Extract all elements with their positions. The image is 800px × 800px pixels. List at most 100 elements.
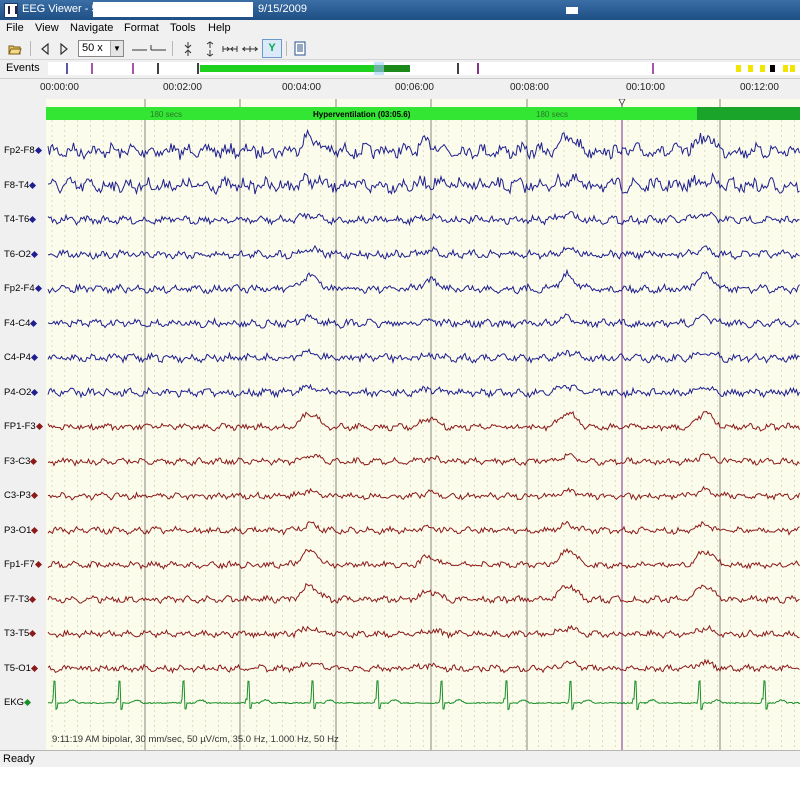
- amplitude-decrease-icon[interactable]: [180, 40, 196, 57]
- open-folder-icon[interactable]: [6, 40, 24, 57]
- toolbar-separator: [286, 41, 287, 56]
- status-text: Ready: [3, 753, 35, 765]
- event-marker[interactable]: [790, 65, 795, 72]
- channel-label[interactable]: FP1-F3: [4, 421, 43, 432]
- channel-name: FP1-F3: [4, 421, 36, 432]
- events-label: Events: [6, 62, 40, 74]
- menu-navigate[interactable]: Navigate: [70, 22, 113, 34]
- menu-view[interactable]: View: [35, 22, 59, 34]
- ruler-tick-label: 00:10:00: [626, 82, 665, 93]
- zoom-select[interactable]: 50 x ▼: [78, 40, 124, 57]
- amplitude-increase-icon[interactable]: [202, 40, 218, 57]
- ruler-tick-label: 00:00:00: [40, 82, 79, 93]
- event-marker[interactable]: [770, 65, 775, 72]
- channel-label[interactable]: T3-T5: [4, 628, 37, 639]
- channel-name: F7-T3: [4, 593, 30, 605]
- status-bar: Ready: [0, 750, 800, 767]
- menu-file[interactable]: File: [6, 22, 24, 34]
- channel-name: C4-P4: [4, 352, 31, 363]
- channel-color-marker-icon: [30, 664, 38, 672]
- channel-color-marker-icon: [30, 319, 38, 327]
- channel-name: C3-P3: [4, 490, 31, 501]
- annotation-bar-dark[interactable]: [697, 107, 800, 120]
- toolbar-separator: [30, 41, 31, 56]
- channel-color-marker-icon: [29, 181, 37, 189]
- channel-label[interactable]: C3-P3: [4, 490, 38, 501]
- menu-bar: File View Navigate Format Tools Help: [0, 20, 800, 38]
- ruler-tick-label: 00:12:00: [740, 82, 779, 93]
- channel-label[interactable]: C4-P4: [4, 352, 38, 363]
- ruler-tick-label: 00:06:00: [395, 82, 434, 93]
- eeg-app-icon: [4, 3, 18, 18]
- event-marker[interactable]: [748, 65, 753, 72]
- channel-name: P3-O1: [4, 524, 32, 536]
- channel-name: EKG: [4, 697, 25, 708]
- ruler-tick-label: 00:04:00: [282, 82, 321, 93]
- events-timeline[interactable]: [48, 62, 800, 75]
- channel-color-marker-icon: [30, 250, 38, 258]
- eeg-trace-panel[interactable]: 180 secs Hyperventilation (03:05.6) 180 …: [0, 99, 800, 750]
- page-back-icon[interactable]: [38, 40, 52, 57]
- timebase-compress-icon[interactable]: [222, 40, 238, 57]
- channel-color-marker-icon: [35, 422, 43, 431]
- menu-help[interactable]: Help: [208, 22, 231, 34]
- channel-color-marker-icon: [31, 526, 39, 534]
- toolbar: 50 x ▼ Y: [0, 38, 800, 60]
- channel-name: Fp1-F7: [4, 559, 35, 570]
- event-marker[interactable]: [783, 65, 788, 72]
- event-marker[interactable]: [736, 65, 741, 72]
- channel-name: Fp2-F4: [4, 283, 35, 294]
- window-date: 9/15/2009: [258, 3, 307, 15]
- timebase-expand-icon[interactable]: [241, 40, 259, 57]
- channel-color-marker-icon: [29, 215, 37, 224]
- channel-label[interactable]: Fp2-F8: [4, 145, 42, 156]
- ruler-tick-label: 00:02:00: [163, 82, 202, 93]
- annotation-segment-2: 180 secs: [536, 110, 568, 119]
- channel-color-marker-icon: [30, 353, 38, 362]
- time-ruler[interactable]: 00:00:00 00:02:00 00:04:00 00:06:00 00:0…: [0, 79, 800, 100]
- zoom-value: 50 x: [82, 42, 103, 54]
- menu-tools[interactable]: Tools: [170, 22, 196, 34]
- channel-label[interactable]: P3-O1: [4, 524, 39, 536]
- filter-toggle-icon[interactable]: Y: [262, 39, 282, 58]
- montage-document-icon[interactable]: [292, 40, 308, 57]
- channel-name: P4-O2: [4, 386, 32, 398]
- channel-label[interactable]: T6-O2: [4, 248, 38, 260]
- channel-name: F8-T4: [4, 179, 30, 191]
- channel-label[interactable]: Fp2-F4: [4, 283, 42, 294]
- channel-color-marker-icon: [30, 491, 38, 500]
- channel-label[interactable]: EKG: [4, 697, 32, 708]
- annotation-hyperventilation: Hyperventilation (03:05.6): [313, 110, 411, 119]
- channel-color-marker-icon: [34, 284, 42, 293]
- sensitivity-icon[interactable]: [130, 40, 168, 57]
- channel-name: T3-T5: [4, 628, 30, 639]
- channel-color-marker-icon: [24, 698, 32, 707]
- blank-area: [0, 767, 800, 800]
- channel-label[interactable]: T4-T6: [4, 214, 37, 225]
- channel-label[interactable]: F8-T4: [4, 179, 37, 191]
- channel-label[interactable]: F4-C4: [4, 317, 38, 329]
- current-window-indicator[interactable]: [374, 62, 384, 75]
- channel-color-marker-icon: [29, 629, 37, 638]
- channel-color-marker-icon: [30, 457, 38, 465]
- chevron-down-icon[interactable]: ▼: [110, 41, 123, 56]
- channel-name: F4-C4: [4, 317, 31, 329]
- menu-format[interactable]: Format: [124, 22, 159, 34]
- redacted-patient-name: [93, 2, 253, 17]
- channel-label[interactable]: P4-O2: [4, 386, 39, 398]
- title-bar: EEG Viewer - 5 9/15/2009: [0, 0, 800, 20]
- annotation-segment-1: 180 secs: [150, 110, 182, 119]
- event-marker[interactable]: [760, 65, 765, 72]
- channel-label[interactable]: F7-T3: [4, 593, 37, 605]
- page-forward-icon[interactable]: [57, 40, 71, 57]
- channel-name: T4-T6: [4, 214, 30, 225]
- channel-label[interactable]: F3-C3: [4, 455, 38, 467]
- channel-label[interactable]: T5-O1: [4, 662, 38, 674]
- channel-name: T5-O1: [4, 662, 31, 674]
- window-title: EEG Viewer - 5: [22, 3, 98, 15]
- channel-name: T6-O2: [4, 248, 31, 260]
- channel-name: F3-C3: [4, 455, 31, 467]
- channel-label[interactable]: Fp1-F7: [4, 559, 42, 570]
- events-bar: Events: [0, 60, 800, 79]
- recording-settings-text: 9:11:19 AM bipolar, 30 mm/sec, 50 µV/cm,…: [52, 734, 339, 745]
